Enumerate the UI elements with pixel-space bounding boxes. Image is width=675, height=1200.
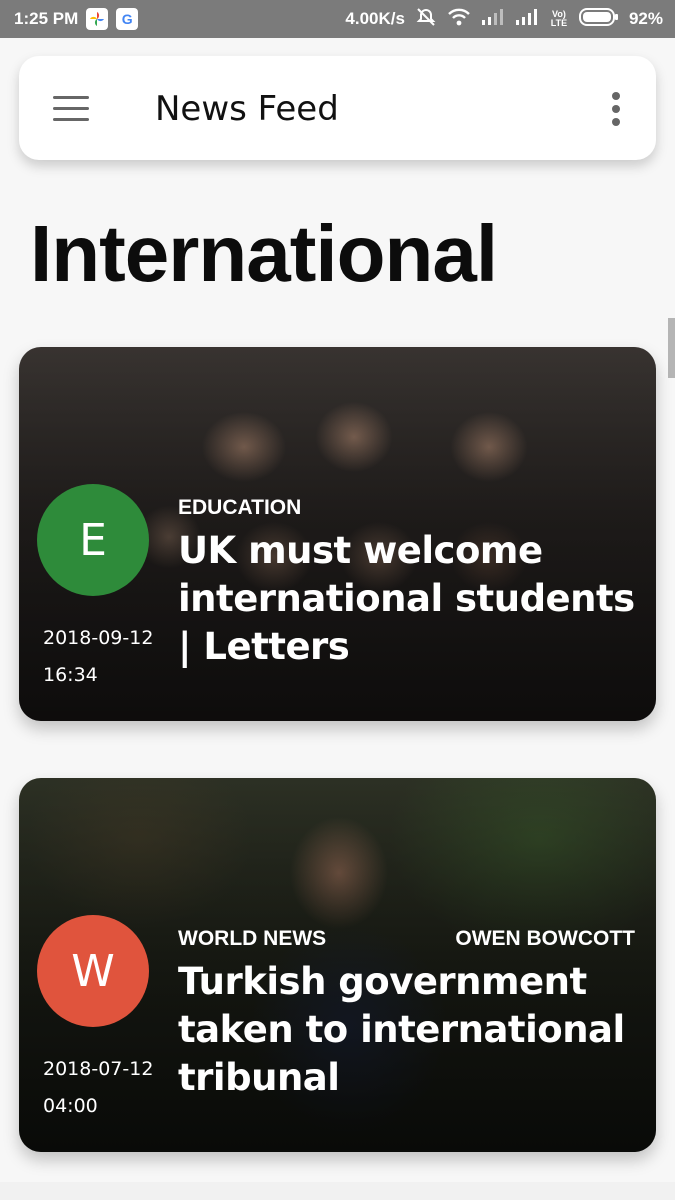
category-avatar: E bbox=[37, 484, 149, 596]
mute-icon bbox=[415, 7, 437, 32]
signal-icon bbox=[481, 8, 505, 30]
article-headline: Turkish government taken to internationa… bbox=[178, 960, 625, 1099]
article-author: OWEN BOWCOTT bbox=[455, 927, 635, 950]
article-card[interactable]: W WORLD NEWS OWEN BOWCOTT Turkish govern… bbox=[19, 778, 656, 1152]
signal-icon bbox=[515, 8, 539, 30]
scrollbar-thumb[interactable] bbox=[668, 318, 675, 378]
article-category: EDUCATION bbox=[178, 496, 302, 519]
network-speed: 4.00K/s bbox=[345, 9, 405, 28]
wifi-icon bbox=[447, 8, 471, 31]
google-icon: G bbox=[116, 8, 139, 30]
app-title: News Feed bbox=[155, 89, 339, 129]
article-date: 2018-09-12 16:34 bbox=[43, 620, 153, 694]
status-time: 1:25 PM bbox=[14, 9, 79, 28]
article-date-day: 2018-09-12 bbox=[43, 627, 154, 649]
article-date-day: 2018-07-12 bbox=[43, 1058, 154, 1080]
section-title: International bbox=[30, 209, 498, 298]
battery-icon bbox=[578, 7, 619, 31]
more-vert-icon[interactable] bbox=[610, 92, 622, 126]
next-card-peek bbox=[0, 1182, 675, 1200]
article-card[interactable]: E EDUCATION UK must welcome internationa… bbox=[19, 347, 656, 721]
battery-level: 92% bbox=[628, 9, 663, 28]
article-date: 2018-07-12 04:00 bbox=[43, 1051, 153, 1125]
hamburger-menu-icon[interactable] bbox=[53, 96, 89, 122]
article-date-time: 04:00 bbox=[43, 1095, 98, 1117]
article-date-time: 16:34 bbox=[43, 664, 98, 686]
article-category: WORLD NEWS bbox=[178, 927, 327, 950]
photos-icon bbox=[86, 8, 109, 30]
category-avatar: W bbox=[37, 915, 149, 1027]
top-app-bar: News Feed bbox=[19, 56, 656, 160]
article-headline: UK must welcome international students |… bbox=[178, 529, 635, 668]
volte-icon: Vo) LTE bbox=[550, 9, 568, 28]
status-bar: 1:25 PM G 4.00K/s Vo) LTE 92% bbox=[0, 0, 675, 38]
